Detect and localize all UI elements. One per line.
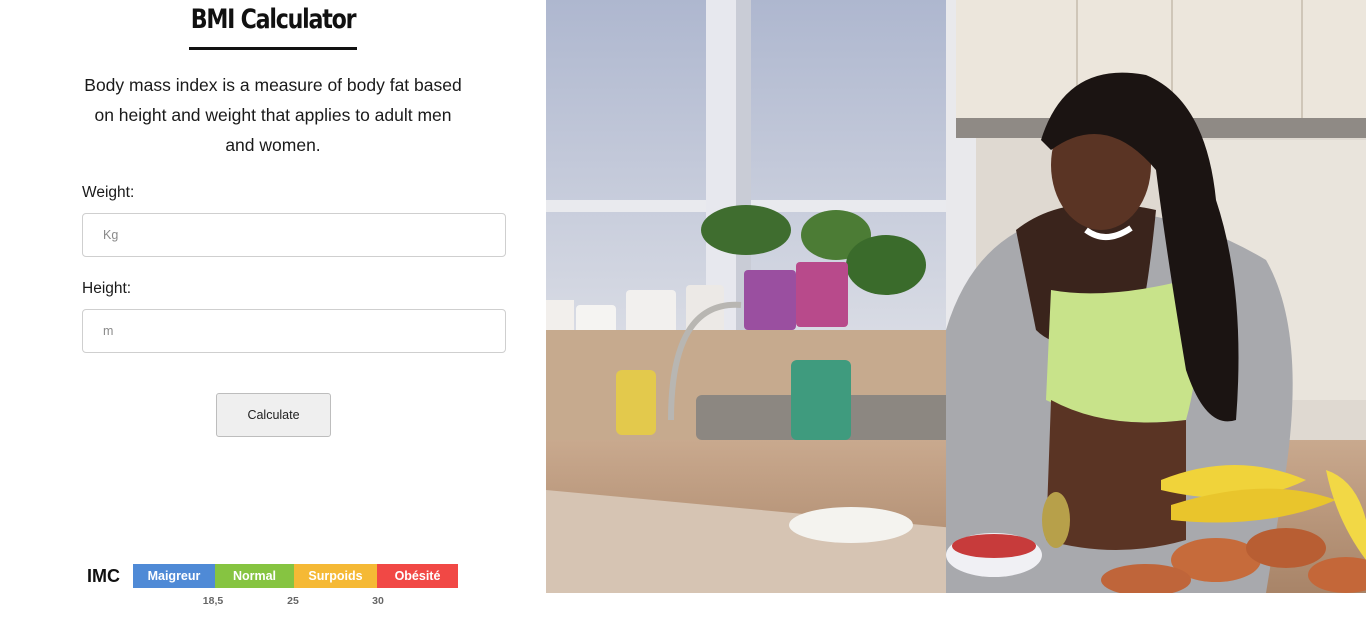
scale-segment-obesite: Obésité	[377, 564, 458, 588]
title-underline	[189, 47, 357, 50]
scale-tick: 30	[372, 595, 384, 607]
kitchen-photo	[546, 0, 1366, 593]
imc-label: IMC	[87, 566, 120, 586]
weight-input[interactable]	[82, 213, 506, 257]
intro-text: Body mass index is a measure of body fat…	[84, 75, 462, 155]
scale-tick: 18,5	[202, 595, 224, 607]
height-input[interactable]	[82, 309, 506, 353]
weight-label: Weight:	[82, 184, 135, 201]
scale-segment-normal: Normal	[215, 564, 294, 588]
calculate-button[interactable]: Calculate	[216, 393, 331, 437]
scale-segment-maigreur: Maigreur	[133, 564, 215, 588]
page-title: BMI Calculator	[190, 4, 357, 35]
kitchen-photo-image	[546, 0, 1366, 593]
scale-segment-surpoids: Surpoids	[294, 564, 377, 588]
scale-tick: 25	[287, 595, 299, 607]
calculator-panel: BMI Calculator Body mass index is a meas…	[0, 0, 546, 621]
height-label: Height:	[82, 280, 132, 297]
imc-scale: Maigreur Normal Surpoids Obésité	[133, 564, 458, 588]
